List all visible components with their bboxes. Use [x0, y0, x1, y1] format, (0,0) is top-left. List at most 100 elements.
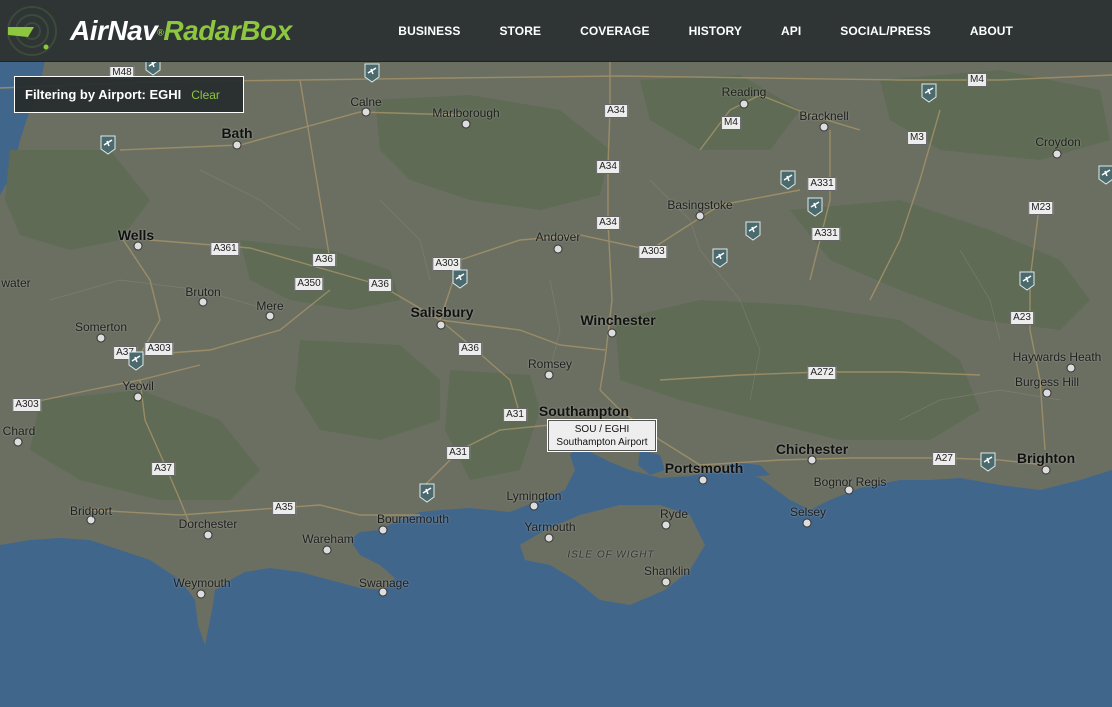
town-dot	[739, 99, 749, 109]
town-dot	[203, 530, 213, 540]
aircraft-marker-icon[interactable]	[921, 83, 937, 103]
place-label-salisbury: Salisbury	[410, 304, 474, 320]
nav-social-press[interactable]: SOCIAL/PRESS	[840, 24, 931, 38]
town-dot	[802, 518, 812, 528]
town-dot	[232, 140, 242, 150]
nav-history[interactable]: HISTORY	[689, 24, 742, 38]
nav-about[interactable]: ABOUT	[970, 24, 1013, 38]
road-shield: A36	[458, 342, 482, 356]
place-label-swanage: Swanage	[358, 576, 410, 590]
place-label-shanklin: Shanklin	[643, 564, 691, 578]
nav-coverage[interactable]: COVERAGE	[580, 24, 649, 38]
road-shield: A36	[368, 278, 392, 292]
airport-name: Southampton Airport	[556, 437, 648, 448]
place-label-chichester: Chichester	[775, 441, 849, 457]
place-label-calne: Calne	[350, 95, 382, 109]
town-dot	[378, 525, 388, 535]
place-label-isle-of-wight: ISLE OF WIGHT	[567, 549, 655, 561]
aircraft-marker-icon[interactable]	[807, 197, 823, 217]
road-shield: A350	[294, 277, 324, 291]
aircraft-marker-icon[interactable]	[780, 170, 796, 190]
nav-business[interactable]: BUSINESS	[398, 24, 460, 38]
town-dot	[544, 533, 554, 543]
aircraft-marker-icon[interactable]	[419, 483, 435, 503]
aircraft-marker-icon[interactable]	[1019, 271, 1035, 291]
town-dot	[661, 520, 671, 530]
nav-api[interactable]: API	[781, 24, 801, 38]
road-shield: A34	[604, 104, 628, 118]
town-dot	[196, 589, 206, 599]
town-dot	[607, 328, 617, 338]
place-label-marlborough: Marlborough	[432, 106, 500, 120]
place-label-bridport: Bridport	[69, 504, 113, 518]
road-shield: A303	[638, 245, 668, 259]
town-dot	[96, 333, 106, 343]
place-label-andover: Andover	[535, 230, 581, 244]
clear-filter-button[interactable]: Clear	[191, 88, 220, 102]
aircraft-marker-icon[interactable]	[712, 248, 728, 268]
brand-logo[interactable]: AirNav®RadarBox	[6, 4, 292, 58]
town-dot	[544, 370, 554, 380]
town-dot	[436, 320, 446, 330]
road-shield: M23	[1028, 201, 1054, 215]
road-shield: M4	[967, 73, 987, 87]
aircraft-marker-icon[interactable]	[128, 351, 144, 371]
aircraft-marker-icon[interactable]	[364, 63, 380, 83]
town-dot	[819, 122, 829, 132]
place-label-yarmouth: Yarmouth	[524, 520, 576, 534]
place-label-brighton: Brighton	[1016, 450, 1076, 466]
filter-text: Filtering by Airport: EGHI	[25, 87, 182, 102]
town-dot	[695, 211, 705, 221]
town-dot	[661, 577, 671, 587]
aircraft-marker-icon[interactable]	[980, 452, 996, 472]
road-shield: A303	[12, 398, 42, 412]
main-nav: BUSINESS STORE COVERAGE HISTORY API SOCI…	[359, 0, 1112, 61]
nav-store[interactable]: STORE	[499, 24, 541, 38]
town-dot	[553, 244, 563, 254]
radar-logo-icon	[7, 6, 57, 56]
place-label-bournemouth: Bournemouth	[376, 512, 450, 526]
place-label-portsmouth: Portsmouth	[664, 460, 744, 476]
place-label-wells: Wells	[117, 227, 155, 243]
airport-code: SOU / EGHI	[574, 424, 630, 435]
town-dot	[698, 475, 708, 485]
place-label-wareham: Wareham	[302, 532, 354, 546]
place-label-ryde: Ryde	[659, 507, 689, 521]
road-shield: A303	[144, 342, 174, 356]
town-dot	[461, 119, 471, 129]
town-dot	[13, 437, 23, 447]
brand-radarbox: RadarBox	[163, 15, 292, 46]
road-shield: A331	[807, 177, 837, 191]
place-label-lymington: Lymington	[506, 489, 562, 503]
road-shield: A361	[210, 242, 240, 256]
place-label-bath: Bath	[221, 125, 253, 141]
aircraft-marker-icon[interactable]	[452, 269, 468, 289]
place-label-burgess-hill: Burgess Hill	[1014, 375, 1080, 389]
place-label-romsey: Romsey	[527, 357, 573, 371]
airport-filter-box: Filtering by Airport: EGHI Clear	[14, 76, 244, 113]
town-dot	[322, 545, 332, 555]
place-label-bracknell: Bracknell	[799, 109, 849, 123]
aircraft-marker-icon[interactable]	[1098, 165, 1112, 185]
road-shield: M4	[721, 116, 741, 130]
place-label-dorchester: Dorchester	[178, 517, 238, 531]
place-label-winchester: Winchester	[580, 312, 656, 328]
aircraft-marker-icon[interactable]	[745, 221, 761, 241]
brand-airnav: AirNav	[70, 15, 158, 46]
place-label-somerton: Somerton	[74, 320, 128, 334]
place-label-weymouth: Weymouth	[173, 576, 231, 590]
place-label-yeovil: Yeovil	[122, 379, 154, 393]
road-shield: A27	[932, 452, 956, 466]
town-dot	[1042, 388, 1052, 398]
road-shield: A34	[596, 160, 620, 174]
airport-tooltip: SOU / EGHI Southampton Airport	[548, 420, 656, 451]
road-shield: A31	[503, 408, 527, 422]
place-label-mere: Mere	[256, 299, 284, 313]
place-label-croydon: Croydon	[1035, 135, 1081, 149]
road-shield: A34	[596, 216, 620, 230]
town-dot	[1052, 149, 1062, 159]
town-dot	[1041, 465, 1051, 475]
aircraft-marker-icon[interactable]	[100, 135, 116, 155]
road-shield: A31	[446, 446, 470, 460]
place-label-southampton: Southampton	[538, 403, 630, 419]
